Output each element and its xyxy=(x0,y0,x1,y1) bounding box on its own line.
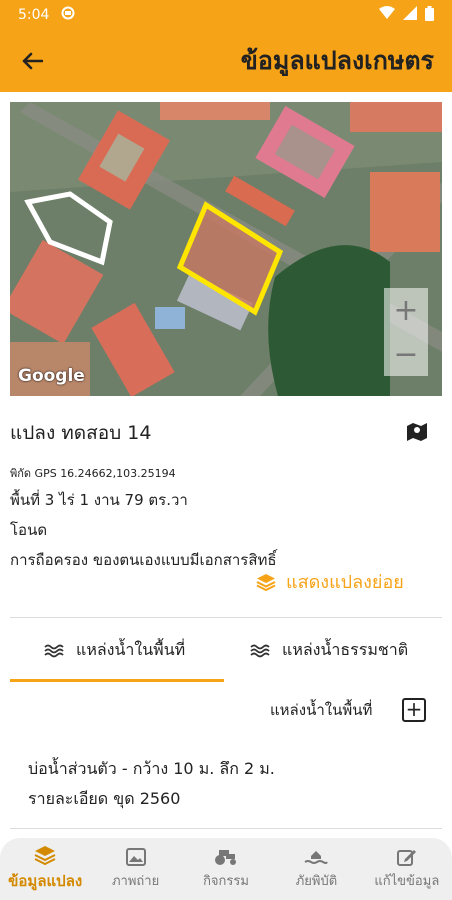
map-attribution: Google xyxy=(18,366,85,386)
edit-icon xyxy=(396,849,416,866)
add-water-source-button[interactable]: + xyxy=(402,698,426,722)
tab-label: แหล่งน้ำธรรมชาติ xyxy=(282,640,409,659)
back-button[interactable] xyxy=(18,47,46,75)
section-label: แหล่งน้ำในพื้นที่ xyxy=(270,701,373,719)
nav-activities[interactable]: กิจกรรม xyxy=(181,838,271,900)
nav-label: ภัยพิบัติ xyxy=(295,873,338,889)
plot-info: แปลง ทดสอบ 14 พิกัด GPS 16.24662,103.251… xyxy=(10,418,442,572)
map-zoom-controls: + − xyxy=(384,288,428,376)
notification-icon xyxy=(61,6,75,24)
zoom-out-button[interactable]: − xyxy=(384,332,428,376)
tab-label: แหล่งน้ำในพื้นที่ xyxy=(76,640,186,659)
battery-icon xyxy=(425,5,434,25)
plot-area: พื้นที่ 3 ไร่ 1 งาน 79 ตร.วา xyxy=(10,491,188,509)
status-bar: 5:04 xyxy=(0,0,452,30)
list-item[interactable]: บ่อน้ำส่วนตัว - กว้าง 10 ม. ลึก 2 ม. ราย… xyxy=(28,754,275,814)
show-subplots-label: แสดงแปลงย่อย xyxy=(286,572,404,593)
water-waves-icon xyxy=(250,644,270,657)
nav-label: แก้ไขข้อมูล xyxy=(374,873,440,889)
satellite-map[interactable]: + − Google xyxy=(10,102,442,396)
water-item-detail: รายละเอียด ขุด 2560 xyxy=(28,789,181,808)
nav-label: กิจกรรม xyxy=(203,873,249,889)
arrow-left-icon xyxy=(22,52,43,70)
tab-natural-water[interactable]: แหล่งน้ำธรรมชาติ xyxy=(250,638,408,663)
show-subplots-button[interactable]: แสดงแปลงย่อย xyxy=(256,567,404,596)
water-item-title: บ่อน้ำส่วนตัว - กว้าง 10 ม. ลึก 2 ม. xyxy=(28,759,275,778)
plot-deed: โอนด xyxy=(10,521,48,539)
image-icon xyxy=(125,847,146,866)
status-time: 5:04 xyxy=(18,7,50,23)
divider xyxy=(10,617,442,618)
tab-indicator xyxy=(10,679,224,682)
plot-gps: พิกัด GPS 16.24662,103.25194 xyxy=(10,467,176,480)
wifi-icon xyxy=(379,6,395,24)
nav-disasters[interactable]: ภัยพิบัติ xyxy=(271,838,361,900)
tab-water-in-area[interactable]: แหล่งน้ำในพื้นที่ xyxy=(44,638,185,663)
flood-icon xyxy=(304,850,329,864)
water-waves-icon xyxy=(44,644,64,657)
layers-icon xyxy=(34,846,56,865)
nav-plot-info[interactable]: ข้อมูลแปลง xyxy=(0,838,90,900)
plot-name: แปลง ทดสอบ 14 xyxy=(10,422,152,444)
bottom-navigation: ข้อมูลแปลง ภาพถ่าย กิจกรรม ภัยพิบัติ แก้… xyxy=(0,838,452,900)
nav-label: ภาพถ่าย xyxy=(111,873,160,889)
map-icon[interactable] xyxy=(406,422,428,446)
layers-icon xyxy=(256,573,276,591)
tractor-icon xyxy=(215,849,237,865)
page-title: ข้อมูลแปลงเกษตร xyxy=(240,46,434,75)
nav-label: ข้อมูลแปลง xyxy=(8,872,83,890)
nav-edit-info[interactable]: แก้ไขข้อมูล xyxy=(362,838,452,900)
app-bar: ข้อมูลแปลงเกษตร xyxy=(0,30,452,92)
nav-photos[interactable]: ภาพถ่าย xyxy=(90,838,180,900)
divider xyxy=(10,828,442,829)
signal-icon xyxy=(403,6,417,24)
zoom-in-button[interactable]: + xyxy=(384,288,428,332)
